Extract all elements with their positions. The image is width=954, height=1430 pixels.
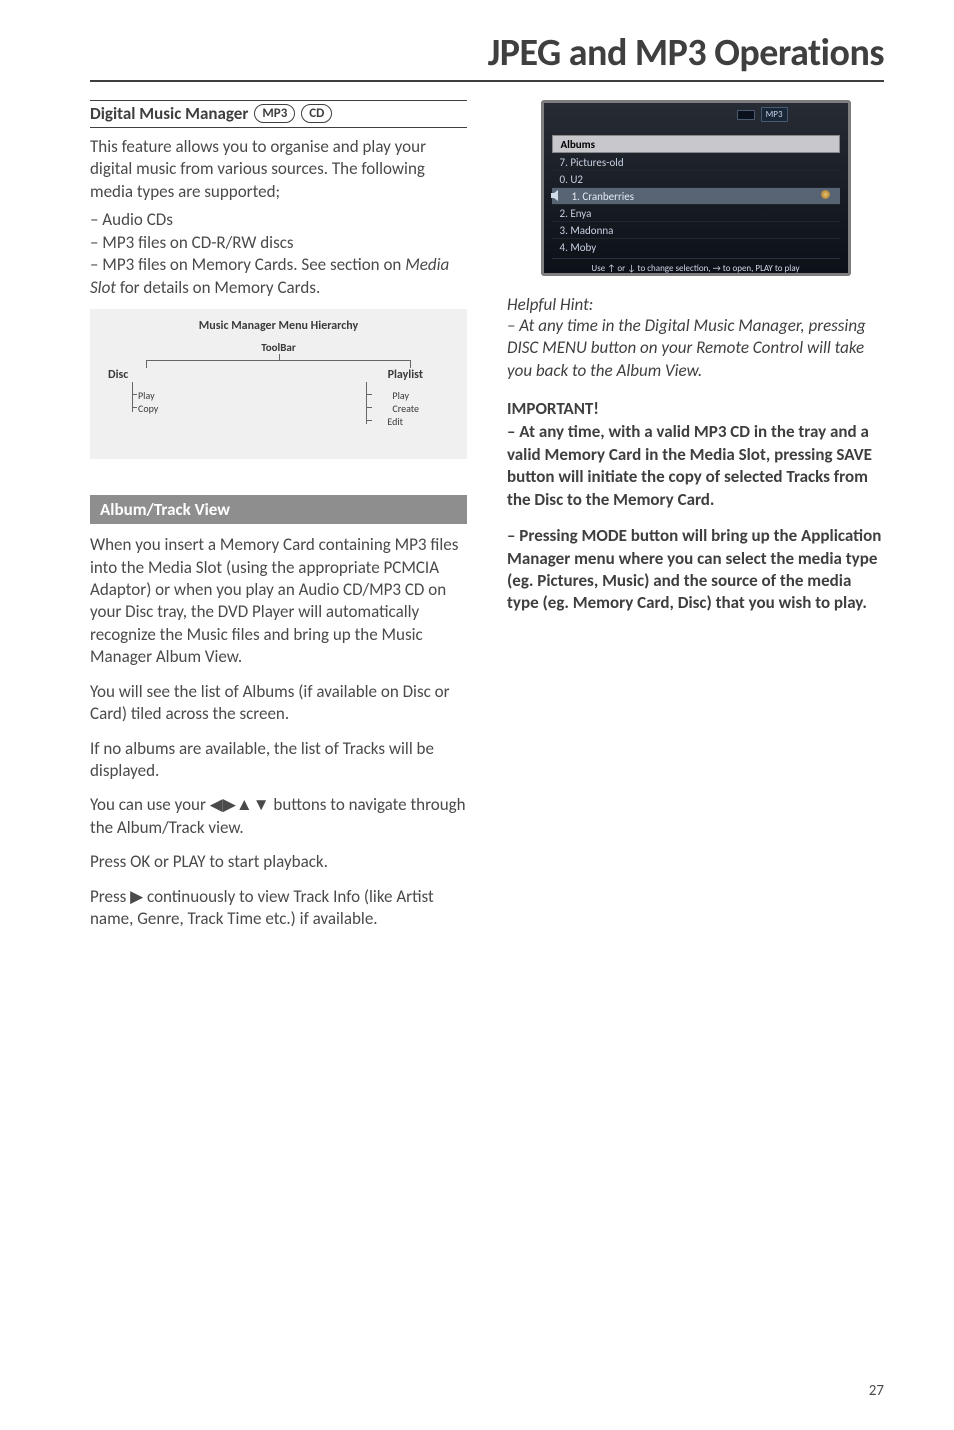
hierarchy-disc-label: Disc xyxy=(108,368,128,382)
arrow-buttons-icon: ◀▶▲▼ xyxy=(210,795,270,814)
hierarchy-playlist-create: Create xyxy=(392,402,419,415)
album-track-view-heading: Album/Track View xyxy=(90,495,467,524)
list-item-audio-cds: – Audio CDs xyxy=(90,209,467,231)
hierarchy-playlist-play: Play xyxy=(392,389,409,402)
list-c-pre: – MP3 files on Memory Cards. See section… xyxy=(90,254,405,275)
screenshot-row-selected-text: 1. Cranberries xyxy=(560,190,635,203)
hierarchy-disc-copy: Copy xyxy=(138,402,158,415)
hierarchy-disc-play: Play xyxy=(138,389,155,402)
cd-badge-icon: CD xyxy=(301,104,332,123)
columns: Digital Music Manager MP3 CD This featur… xyxy=(90,100,884,943)
mp3-badge-icon: MP3 xyxy=(254,104,295,123)
section-heading-text: Digital Music Manager xyxy=(90,103,248,124)
screenshot-row: 7. Pictures-old xyxy=(552,153,840,170)
important-heading: IMPORTANT! xyxy=(507,398,884,419)
screenshot-header: Albums xyxy=(552,135,840,153)
p4-pre: You can use your xyxy=(90,794,210,815)
screenshot-row: 3. Madonna xyxy=(552,221,840,238)
important-block-2: – Pressing MODE button will bring up the… xyxy=(507,525,884,615)
heading-rule-top xyxy=(90,100,467,101)
page: JPEG and MP3 Operations Digital Music Ma… xyxy=(0,0,954,1430)
list-c-post: for details on Memory Cards. xyxy=(116,277,320,298)
p6-pre: Press xyxy=(90,886,130,907)
screenshot-hint: Use ↑ or ↓ to change selection, → to ope… xyxy=(552,258,840,274)
tree-line xyxy=(132,407,137,408)
hierarchy-playlist-label: Playlist xyxy=(388,368,423,382)
screenshot-topbar: MP3 xyxy=(737,107,788,122)
p3: If no albums are available, the list of … xyxy=(90,738,467,783)
hierarchy-playlist-edit: Edit xyxy=(387,415,403,428)
tree-line xyxy=(410,360,411,368)
p4: You can use your ◀▶▲▼ buttons to navigat… xyxy=(90,794,467,839)
list-item-mp3-cdr: – MP3 files on CD-R/RW discs xyxy=(90,232,467,254)
speaker-icon xyxy=(550,189,564,202)
left-column: Digital Music Manager MP3 CD This featur… xyxy=(90,100,467,943)
hierarchy-title: Music Manager Menu Hierarchy xyxy=(100,319,457,333)
section-heading: Digital Music Manager MP3 CD xyxy=(90,103,467,128)
tree-line xyxy=(366,382,367,424)
page-title: JPEG and MP3 Operations xyxy=(488,30,884,76)
screenshot-row: 4. Moby xyxy=(552,238,840,255)
tree-line xyxy=(146,360,147,368)
tree-line xyxy=(367,394,372,395)
tree-line xyxy=(367,420,372,421)
hierarchy-tree: Disc Playlist Play Copy Play Create Edit xyxy=(100,354,457,444)
mp3-indicator-icon: MP3 xyxy=(761,107,788,122)
p5: Press OK or PLAY to start playback. xyxy=(90,851,467,873)
p2: You will see the list of Albums (if avai… xyxy=(90,681,467,726)
helpful-hint-label: Helpful Hint: xyxy=(507,294,884,315)
important-block-1: – At any time, with a valid MP3 CD in th… xyxy=(507,421,884,511)
right-column: MP3 Albums 7. Pictures-old 0. U2 1. Cran… xyxy=(507,100,884,943)
list-item-mp3-memory: – MP3 files on Memory Cards. See section… xyxy=(90,254,467,299)
hierarchy-toolbar-label: ToolBar xyxy=(100,341,457,354)
screenshot-row: 0. U2 xyxy=(552,170,840,187)
tree-line xyxy=(132,394,137,395)
screenshot-row: 2. Enya xyxy=(552,204,840,221)
title-row: JPEG and MP3 Operations xyxy=(90,30,884,82)
tree-line xyxy=(146,360,410,361)
menu-hierarchy-diagram: Music Manager Menu Hierarchy ToolBar Dis… xyxy=(90,309,467,459)
page-number: 27 xyxy=(869,1382,884,1400)
p1: When you insert a Memory Card containing… xyxy=(90,534,467,669)
helpful-hint-body: – At any time in the Digital Music Manag… xyxy=(507,315,884,382)
intro-paragraph: This feature allows you to organise and … xyxy=(90,136,467,203)
p6: Press ▶ continuously to view Track Info … xyxy=(90,886,467,931)
screenshot-row-selected: 1. Cranberries xyxy=(552,187,840,204)
album-view-screenshot: MP3 Albums 7. Pictures-old 0. U2 1. Cran… xyxy=(541,100,851,276)
open-arrow-icon xyxy=(821,190,830,199)
tree-line xyxy=(367,407,372,408)
right-arrow-icon: ▶ xyxy=(130,887,143,906)
topbar-indicator-icon xyxy=(737,110,755,120)
